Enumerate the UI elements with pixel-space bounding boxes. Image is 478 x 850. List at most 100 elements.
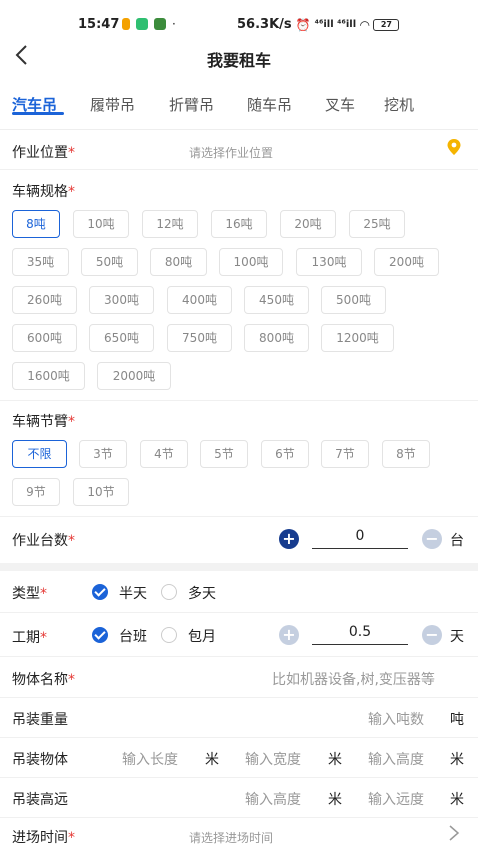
tab-crawler-crane[interactable]: 履带吊 [90, 94, 135, 115]
object-name-input[interactable]: 比如机器设备,树,变压器等 [272, 658, 468, 698]
entry-time-label: 进场时间* [12, 830, 75, 846]
vehicle-arm-label: 车辆节臂* [12, 414, 75, 430]
work-location-placeholder: 请选择作业位置 [189, 146, 274, 160]
lift-distance-input[interactable]: 输入远度 [368, 789, 424, 809]
arm-chip-4[interactable]: 4节 [140, 440, 188, 468]
notification-icons: · [122, 17, 176, 31]
lift-object-label: 吊装物体 [12, 752, 68, 768]
object-name-placeholder: 比如机器设备,树,变压器等 [272, 672, 435, 688]
nav-bar: 我要租车 [0, 40, 478, 76]
lift-weight-label: 吊装重量 [12, 712, 68, 728]
spec-chip-50t[interactable]: 50吨 [81, 248, 138, 276]
spec-chip-12t[interactable]: 12吨 [142, 210, 198, 238]
page-title: 我要租车 [206, 51, 271, 70]
type-multi-day-label[interactable]: 多天 [188, 583, 216, 603]
lift-object-width-input[interactable]: 输入宽度 [245, 749, 301, 769]
tab-excavator[interactable]: 挖机 [384, 94, 414, 115]
tab-forklift[interactable]: 叉车 [325, 94, 355, 115]
chevron-right-icon [448, 824, 460, 847]
category-tabs: 汽车吊 履带吊 折臂吊 随车吊 叉车 挖机 [0, 82, 478, 130]
period-increase-button[interactable]: + [279, 625, 299, 645]
spec-chip-800t[interactable]: 800吨 [244, 324, 309, 352]
spec-chip-200t[interactable]: 200吨 [374, 248, 439, 276]
status-bar: 15:47 · 56.3K/s ⏰ ⁴⁶ill ⁴⁶ill ◠ 27 [0, 0, 478, 40]
spec-chip-10t[interactable]: 10吨 [73, 210, 129, 238]
work-location-label: 作业位置* [12, 145, 75, 161]
spec-chip-260t[interactable]: 260吨 [12, 286, 77, 314]
spec-chip-1200t[interactable]: 1200吨 [321, 324, 394, 352]
period-decrease-button[interactable]: − [422, 625, 442, 645]
spec-chip-80t[interactable]: 80吨 [150, 248, 207, 276]
spec-chip-750t[interactable]: 750吨 [167, 324, 232, 352]
network-speed: 56.3K/s [237, 17, 292, 32]
period-shift-label[interactable]: 台班 [119, 626, 147, 646]
spec-chip-20t[interactable]: 20吨 [280, 210, 336, 238]
lift-object-height-input[interactable]: 输入高度 [368, 749, 424, 769]
period-label: 工期* [12, 630, 47, 646]
spec-chip-500t[interactable]: 500吨 [321, 286, 386, 314]
spec-chip-600t[interactable]: 600吨 [12, 324, 77, 352]
period-shift-radio[interactable] [92, 627, 108, 643]
arm-chip-unlimited[interactable]: 不限 [12, 440, 67, 468]
battery-icon: 27 [373, 18, 400, 31]
lift-height-label: 吊装高远 [12, 792, 68, 808]
arm-chip-7[interactable]: 7节 [321, 440, 369, 468]
work-location-row[interactable]: 作业位置* 请选择作业位置 [0, 132, 478, 170]
spec-chip-650t[interactable]: 650吨 [89, 324, 154, 352]
period-unit-label: 天 [450, 629, 464, 645]
lift-height-unit: 米 [328, 792, 342, 808]
work-units-row: 作业台数* + 0 − 台 [0, 518, 478, 563]
entry-time-placeholder: 请选择进场时间 [189, 831, 274, 845]
lift-object-length-input[interactable]: 输入长度 [122, 749, 178, 769]
status-right: 56.3K/s ⏰ ⁴⁶ill ⁴⁶ill ◠ 27 [237, 17, 400, 32]
spec-chip-1600t[interactable]: 1600吨 [12, 362, 85, 390]
arm-chip-6[interactable]: 6节 [261, 440, 309, 468]
type-half-day-label[interactable]: 半天 [119, 583, 147, 603]
status-time: 15:47 [78, 17, 120, 32]
lift-object-row: 吊装物体 输入长度 米 输入宽度 米 输入高度 米 [0, 738, 478, 778]
units-increase-button[interactable]: + [279, 529, 299, 549]
lift-weight-input[interactable]: 输入吨数 [368, 709, 424, 729]
alarm-icon: ⏰ [295, 17, 311, 32]
entry-time-row[interactable]: 进场时间* 请选择进场时间 [0, 818, 478, 850]
arm-chip-8[interactable]: 8节 [382, 440, 430, 468]
more-dot-icon: · [172, 17, 176, 31]
work-units-input[interactable]: 0 [312, 528, 408, 549]
location-pin-icon[interactable] [446, 138, 462, 156]
period-monthly-label[interactable]: 包月 [188, 626, 216, 646]
spec-chip-400t[interactable]: 400吨 [167, 286, 232, 314]
lift-object-width-unit: 米 [328, 752, 342, 768]
arm-chip-3[interactable]: 3节 [79, 440, 127, 468]
lift-weight-unit: 吨 [450, 712, 464, 728]
vehicle-spec-label: 车辆规格* [12, 184, 75, 200]
divider [0, 400, 478, 401]
spec-chip-450t[interactable]: 450吨 [244, 286, 309, 314]
lift-height-input[interactable]: 输入高度 [245, 789, 301, 809]
spec-chip-2000t[interactable]: 2000吨 [97, 362, 171, 390]
period-monthly-radio[interactable] [161, 627, 177, 643]
spec-chip-300t[interactable]: 300吨 [89, 286, 154, 314]
type-row: 类型* 半天 多天 [0, 571, 478, 613]
units-unit-label: 台 [450, 533, 464, 549]
units-decrease-button[interactable]: − [422, 529, 442, 549]
tab-truck-mounted-crane[interactable]: 随车吊 [247, 94, 292, 115]
type-label: 类型* [12, 586, 47, 602]
wifi-icon: ◠ [360, 17, 370, 32]
spec-chip-130t[interactable]: 130吨 [296, 248, 362, 276]
lift-object-height-unit: 米 [450, 752, 464, 768]
spec-chip-25t[interactable]: 25吨 [349, 210, 405, 238]
lift-distance-unit: 米 [450, 792, 464, 808]
spec-chip-16t[interactable]: 16吨 [211, 210, 267, 238]
spec-chip-8t[interactable]: 8吨 [12, 210, 60, 238]
tab-knuckle-crane[interactable]: 折臂吊 [169, 94, 214, 115]
arm-chip-5[interactable]: 5节 [200, 440, 248, 468]
spec-chip-35t[interactable]: 35吨 [12, 248, 69, 276]
type-multi-day-radio[interactable] [161, 584, 177, 600]
arm-chip-9[interactable]: 9节 [12, 478, 60, 506]
app-icon [154, 18, 166, 30]
app-icon [136, 18, 148, 30]
period-input[interactable]: 0.5 [312, 624, 408, 645]
spec-chip-100t[interactable]: 100吨 [219, 248, 283, 276]
type-half-day-radio[interactable] [92, 584, 108, 600]
arm-chip-10[interactable]: 10节 [73, 478, 129, 506]
